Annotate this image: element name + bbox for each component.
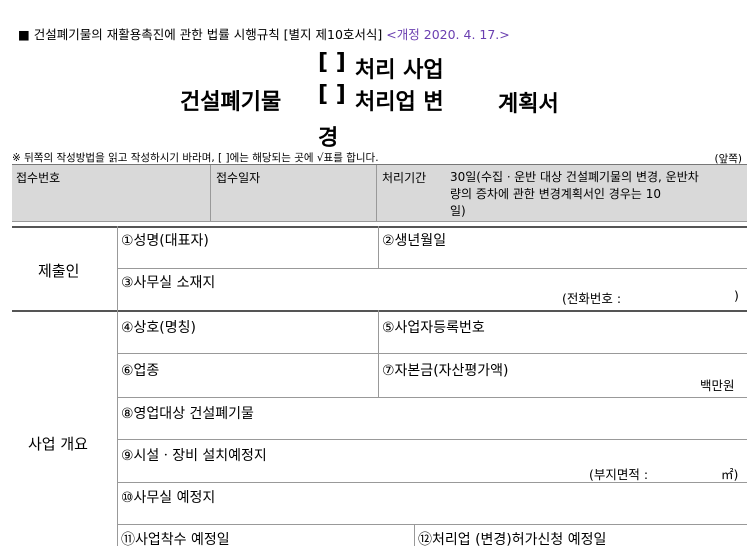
- law-reference: 건설폐기물의 재활용촉진에 관한 법률 시행규칙 [별지 제10호서식]: [33, 27, 383, 42]
- industry-label: ⑥업종: [121, 363, 160, 379]
- form-reference-line: ■ 건설폐기물의 재활용촉진에 관한 법률 시행규칙 [별지 제10호서식] <…: [18, 24, 510, 43]
- trade-name-label: ④상호(명칭): [121, 320, 196, 336]
- site-area-unit: ㎡): [721, 467, 739, 482]
- business-start-date-label: ⑪사업착수 예정일: [121, 532, 230, 548]
- form-title-suffix: 계획서: [498, 92, 559, 117]
- revision-date: <개정 2020. 4. 17.>: [386, 27, 510, 42]
- target-waste-label: ⑧영업대상 건설폐기물: [121, 406, 254, 422]
- site-area-label: (부지면적 :: [589, 467, 649, 482]
- receipt-row: 접수번호 접수일자 처리기간 30일(수집ㆍ운반 대상 건설폐기물의 변경, 운…: [12, 164, 747, 222]
- capital-label: ⑦자본금(자산평가액): [382, 363, 509, 379]
- receipt-date-label: 접수일자: [216, 171, 261, 185]
- form-title-main: 건설폐기물: [180, 90, 282, 115]
- name-field-label: ①성명(대표자): [121, 233, 209, 249]
- facility-site-label: ⑨시설ㆍ장비 설치예정지: [121, 448, 267, 464]
- bullet-icon: ■: [18, 27, 30, 42]
- business-reg-no-label: ⑤사업자등록번호: [382, 320, 485, 336]
- processing-period-text: 30일(수집ㆍ운반 대상 건설폐기물의 변경, 운반차 량의 증차에 관한 변경…: [450, 170, 699, 218]
- receipt-number-label: 접수번호: [16, 171, 61, 185]
- option-processing-change: 처리업 변: [355, 90, 444, 115]
- capital-unit: 백만원: [700, 378, 735, 393]
- phone-close: ): [734, 288, 739, 303]
- processing-period-label: 처리기간: [382, 171, 427, 185]
- checkbox-bracket-2[interactable]: [ ]: [318, 82, 346, 107]
- permit-application-date-label: ⑫처리업 (변경)허가신청 예정일: [418, 532, 607, 548]
- instruction-note: ※ 뒤쪽의 작성방법을 읽고 작성하시기 바라며, [ ]에는 해당되는 곳에 …: [12, 152, 379, 164]
- option-business: 처리 사업: [355, 58, 444, 83]
- checkbox-bracket-1[interactable]: [ ]: [318, 50, 346, 75]
- planned-office-label: ⑩사무실 예정지: [121, 490, 216, 506]
- form-title-wrap: 경: [318, 126, 339, 151]
- birthdate-field-label: ②생년월일: [382, 233, 447, 249]
- office-address-label: ③사무실 소재지: [121, 275, 216, 291]
- submitter-section-label: 제출인: [38, 262, 80, 280]
- phone-label: (전화번호 :: [562, 291, 622, 306]
- business-section-label: 사업 개요: [28, 435, 88, 453]
